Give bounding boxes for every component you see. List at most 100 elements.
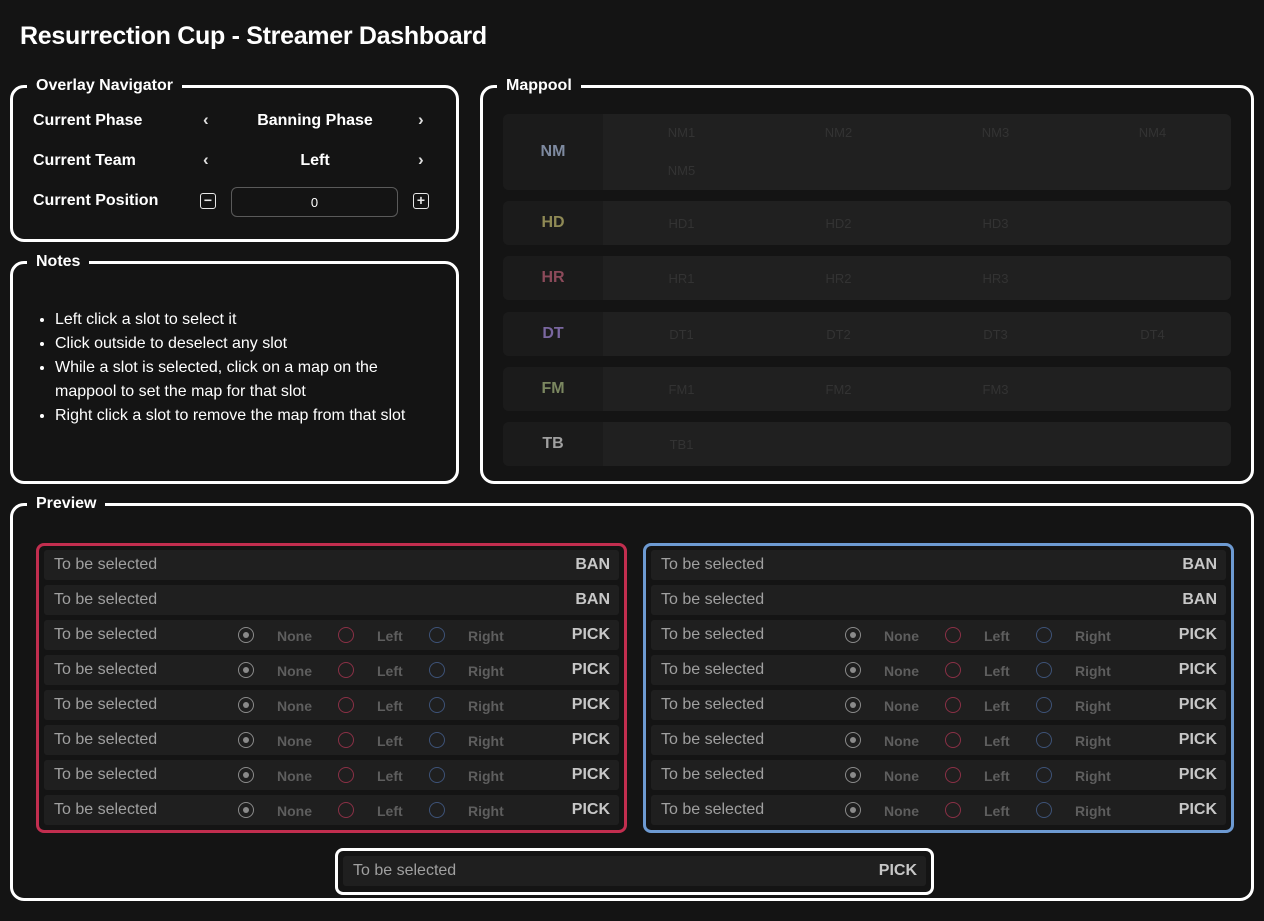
radio-none[interactable] — [845, 627, 861, 643]
radio-label-left: Left — [377, 768, 403, 784]
mappool-map[interactable]: NM3 — [917, 125, 1074, 140]
mappool-map[interactable]: DT3 — [917, 327, 1074, 342]
mappool-map[interactable]: DT4 — [1074, 327, 1231, 342]
radio-none[interactable] — [238, 767, 254, 783]
mappool-map[interactable]: DT2 — [760, 327, 917, 342]
radio-left[interactable] — [338, 767, 354, 783]
pick-slot[interactable]: To be selected None Left Right PICK — [44, 620, 619, 650]
radio-none[interactable] — [845, 732, 861, 748]
tiebreaker-slot[interactable]: To be selected PICK — [343, 856, 926, 886]
mappool-map[interactable]: HR3 — [917, 271, 1074, 286]
radio-label-right: Right — [468, 733, 504, 749]
mappool-map[interactable]: TB1 — [603, 437, 760, 452]
mappool-map[interactable]: HR2 — [760, 271, 917, 286]
radio-left[interactable] — [338, 732, 354, 748]
position-minus-icon[interactable]: − — [200, 193, 216, 209]
ban-slot[interactable]: To be selected BAN — [44, 585, 619, 615]
slot-kind: PICK — [1178, 626, 1217, 643]
radio-none[interactable] — [845, 767, 861, 783]
radio-right[interactable] — [429, 627, 445, 643]
radio-right[interactable] — [429, 767, 445, 783]
radio-none[interactable] — [238, 697, 254, 713]
mappool-panel: Mappool NM NM1 NM2 NM3 NM4 NM5 HD HD1 HD2 HD3 HR HR… — [480, 78, 1254, 484]
radio-none[interactable] — [238, 802, 254, 818]
radio-right[interactable] — [1036, 697, 1052, 713]
pick-slot[interactable]: To be selected None Left Right PICK — [44, 725, 619, 755]
mappool-map[interactable]: FM2 — [760, 382, 917, 397]
mappool-map[interactable]: NM1 — [603, 125, 760, 140]
mappool-map[interactable]: HD2 — [760, 216, 917, 231]
mappool-map[interactable]: NM4 — [1074, 125, 1231, 140]
page-title: Resurrection Cup - Streamer Dashboard — [20, 22, 487, 50]
pick-slot[interactable]: To be selected None Left Right PICK — [44, 690, 619, 720]
pick-slot[interactable]: To be selected None Left Right PICK — [651, 620, 1226, 650]
mappool-map[interactable]: FM1 — [603, 382, 760, 397]
pick-slot[interactable]: To be selected None Left Right PICK — [651, 760, 1226, 790]
mod-label: DT — [503, 312, 603, 356]
mappool-map[interactable]: HD3 — [917, 216, 1074, 231]
radio-left[interactable] — [945, 732, 961, 748]
radio-label-left: Left — [377, 733, 403, 749]
pick-slot[interactable]: To be selected None Left Right PICK — [651, 690, 1226, 720]
slot-map-name: To be selected — [54, 661, 158, 678]
ban-slot[interactable]: To be selected BAN — [44, 550, 619, 580]
mappool-map[interactable]: HR1 — [603, 271, 760, 286]
radio-none[interactable] — [845, 662, 861, 678]
radio-left[interactable] — [338, 697, 354, 713]
team-row: Current Team ‹ Left › — [33, 147, 443, 177]
radio-left[interactable] — [945, 662, 961, 678]
mappool-maps: TB1 — [603, 422, 1231, 466]
phase-next-icon[interactable]: › — [418, 110, 424, 130]
team-value: Left — [300, 152, 330, 169]
team-label: Current Team — [33, 152, 136, 169]
mappool-map[interactable]: DT1 — [603, 327, 760, 342]
radio-right[interactable] — [1036, 627, 1052, 643]
pick-slot[interactable]: To be selected None Left Right PICK — [44, 760, 619, 790]
mappool-map[interactable]: HD1 — [603, 216, 760, 231]
pick-slot[interactable]: To be selected None Left Right PICK — [44, 655, 619, 685]
mappool-map[interactable]: NM2 — [760, 125, 917, 140]
pick-slot[interactable]: To be selected None Left Right PICK — [651, 725, 1226, 755]
radio-left[interactable] — [338, 627, 354, 643]
radio-left[interactable] — [338, 802, 354, 818]
radio-right[interactable] — [1036, 802, 1052, 818]
radio-right[interactable] — [1036, 767, 1052, 783]
radio-left[interactable] — [338, 662, 354, 678]
ban-slot[interactable]: To be selected BAN — [651, 585, 1226, 615]
radio-right[interactable] — [1036, 732, 1052, 748]
slot-kind: PICK — [571, 661, 610, 678]
radio-none[interactable] — [238, 732, 254, 748]
radio-none[interactable] — [845, 697, 861, 713]
ban-slot[interactable]: To be selected BAN — [651, 550, 1226, 580]
team-next-icon[interactable]: › — [418, 150, 424, 170]
mappool-maps: HR1 HR2 HR3 — [603, 256, 1231, 300]
mappool-map[interactable]: NM5 — [603, 163, 760, 178]
pick-slot[interactable]: To be selected None Left Right PICK — [651, 655, 1226, 685]
slot-kind: PICK — [571, 801, 610, 818]
phase-prev-icon[interactable]: ‹ — [203, 110, 209, 130]
slot-map-name: To be selected — [54, 696, 158, 713]
radio-right[interactable] — [1036, 662, 1052, 678]
slot-map-name: To be selected — [661, 731, 765, 748]
radio-left[interactable] — [945, 697, 961, 713]
mod-label: HD — [503, 201, 603, 245]
team-prev-icon[interactable]: ‹ — [203, 150, 209, 170]
radio-none[interactable] — [238, 627, 254, 643]
pick-slot[interactable]: To be selected None Left Right PICK — [44, 795, 619, 825]
radio-right[interactable] — [429, 802, 445, 818]
radio-right[interactable] — [429, 662, 445, 678]
radio-left[interactable] — [945, 767, 961, 783]
position-input[interactable] — [231, 187, 398, 217]
slot-map-name: To be selected — [353, 862, 457, 879]
radio-none[interactable] — [845, 802, 861, 818]
radio-left[interactable] — [945, 627, 961, 643]
radio-right[interactable] — [429, 732, 445, 748]
position-plus-icon[interactable]: + — [413, 193, 429, 209]
pick-slot[interactable]: To be selected None Left Right PICK — [651, 795, 1226, 825]
radio-left[interactable] — [945, 802, 961, 818]
mappool-map[interactable]: FM3 — [917, 382, 1074, 397]
radio-right[interactable] — [429, 697, 445, 713]
slot-map-name: To be selected — [661, 801, 765, 818]
radio-none[interactable] — [238, 662, 254, 678]
note-item: While a slot is selected, click on a map… — [55, 356, 415, 404]
